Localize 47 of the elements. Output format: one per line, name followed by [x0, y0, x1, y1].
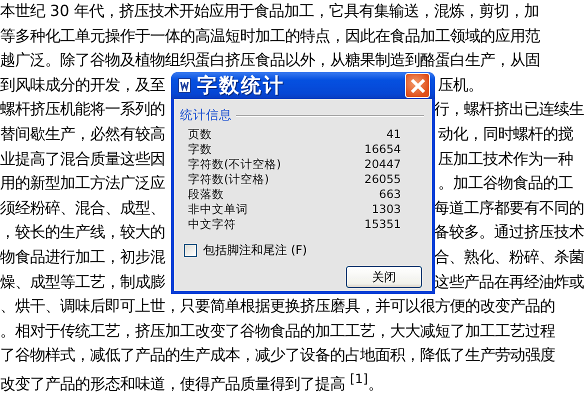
paragraph-line: 改变了产品的形态和味道，使得产品质量得到了提高 $^{[1]}$。	[0, 370, 383, 394]
stat-value: 20447	[364, 157, 401, 172]
paragraph-line: 行，螺杆挤出已连续生	[434, 99, 584, 120]
paragraph-line: 等多种化工单元操作于一体的高温短时加工的特点，因此在食品加工领域的应用范	[0, 26, 540, 47]
paragraph-line: 。加工谷物食品的工	[438, 173, 573, 194]
paragraph-line: 螺杆挤压机能将一系列的	[0, 99, 166, 120]
paragraph-line: 本世纪 30 年代，挤压技术开始应用于食品加工，它具有集输送，混炼，剪切，加	[0, 1, 540, 22]
paragraph-line: 到风味成分的开发，及至	[0, 74, 166, 96]
stat-label: 中文字符	[188, 217, 236, 232]
stat-value: 15351	[364, 217, 401, 232]
stat-label: 字符数(计空格)	[188, 172, 269, 187]
stat-value: 41	[386, 127, 401, 142]
stat-label: 字符数(不计空格)	[188, 157, 281, 172]
paragraph-line: 压加工技术作为一种	[438, 148, 573, 170]
document-icon	[178, 78, 191, 93]
paragraph-line: 。相对于传统工艺，挤压加工改变了谷物食品的加工工艺，大大减短了加工工艺过程	[0, 320, 555, 342]
paragraph-line: 压机。	[438, 74, 483, 96]
paragraph-line: ，较长的生产线，较大的	[0, 222, 166, 244]
paragraph-line: 合、熟化、粉碎、杀菌	[434, 246, 584, 268]
stat-label: 字数	[188, 142, 212, 157]
checkbox-label: 包括脚注和尾注 (F)	[203, 242, 308, 259]
stat-label: 非中文单词	[188, 202, 248, 217]
paragraph-line: 每道工序都要有不同的	[434, 198, 584, 219]
paragraph-line: 用的新型加工方法广泛应	[0, 173, 166, 194]
paragraph-line: 须经粉碎、混合、成型、	[0, 198, 166, 219]
paragraph-line: 了谷物样式，减低了产品的生产成本，减少了设备的占地面积，降低了生产劳动强度	[0, 345, 555, 366]
checkbox[interactable]	[184, 244, 197, 257]
stat-value: 26055	[364, 172, 401, 187]
paragraph-line: 物食品进行加工，初步混	[0, 246, 166, 268]
stat-value: 663	[379, 187, 401, 202]
stat-value: 1303	[372, 202, 401, 217]
paragraph-line: 这些产品在再经油炸或	[434, 272, 584, 293]
group-label: 统计信息	[180, 107, 232, 124]
paragraph-line: 越广泛。除了谷物及植物组织蛋白挤压食品以外，从糖果制造到酪蛋白生产，从固	[0, 50, 540, 72]
paragraph-line: 替间歇生产，必然有较高	[0, 124, 166, 145]
stat-value: 16654	[364, 142, 401, 157]
close-dialog-button[interactable]: 关闭	[346, 266, 422, 288]
paragraph-line: 备较多。通过挤压技术	[434, 222, 584, 244]
close-button[interactable]	[405, 73, 430, 98]
stat-label: 页数	[188, 127, 212, 142]
close-icon	[410, 78, 426, 94]
paragraph-line: 业提高了混合质量这些因	[0, 148, 166, 170]
stat-label: 段落数	[188, 187, 224, 202]
paragraph-line: 动化，同时螺杆的搅	[438, 124, 573, 145]
paragraph-line: 燥、成型等工艺，制成膨	[0, 272, 166, 293]
dialog-title: 字数统计	[197, 72, 286, 99]
paragraph-line: 、烘干、调味后即可上世，只要简单根据更换挤压磨具，并可以很方便的改变产品的	[0, 296, 555, 318]
